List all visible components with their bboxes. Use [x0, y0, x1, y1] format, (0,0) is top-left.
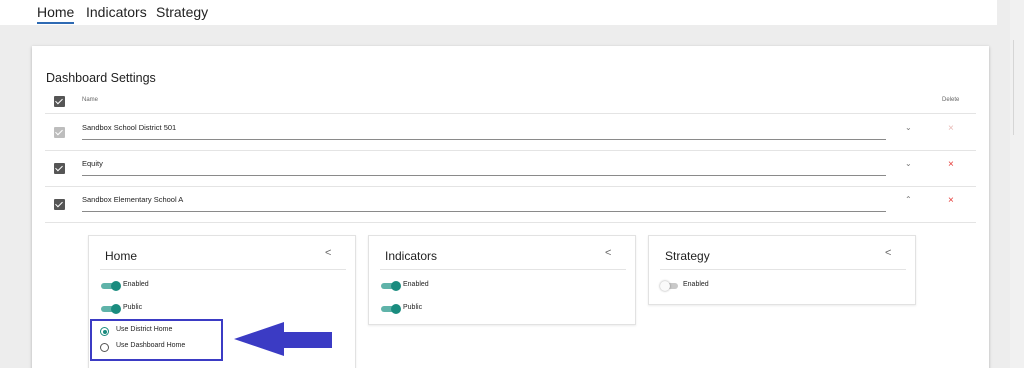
share-icon[interactable]: < — [325, 247, 331, 259]
chevron-down-icon[interactable]: ⌄ — [905, 123, 912, 132]
chevron-up-icon[interactable]: ⌃ — [905, 195, 912, 204]
row-checkbox[interactable] — [54, 127, 65, 138]
home-source-radio-group: Use District Home Use Dashboard Home — [90, 319, 223, 361]
delete-icon[interactable]: × — [948, 159, 954, 170]
divider — [100, 269, 346, 270]
divider — [660, 269, 906, 270]
top-nav: Home Indicators Strategy — [0, 0, 997, 25]
strategy-enabled-toggle[interactable] — [660, 281, 682, 291]
indicators-panel-title: Indicators — [385, 249, 438, 263]
row-name-field[interactable]: Sandbox School District 501 — [82, 121, 886, 140]
tab-home[interactable]: Home — [37, 4, 75, 24]
page-title: Dashboard Settings — [46, 71, 156, 85]
home-panel-title: Home — [105, 249, 138, 263]
use-dashboard-home-label: Use Dashboard Home — [116, 342, 186, 349]
row-name-field[interactable]: Sandbox Elementary School A — [82, 193, 886, 212]
select-all-checkbox[interactable] — [54, 96, 65, 107]
table-row: Sandbox Elementary School A ⌃ × — [45, 187, 976, 223]
use-district-home-label: Use District Home — [116, 326, 173, 333]
indicators-enabled-toggle[interactable] — [381, 281, 402, 291]
divider — [380, 269, 626, 270]
indicators-panel: Indicators < Enabled Public — [368, 235, 636, 325]
enabled-label: Enabled — [403, 281, 429, 288]
delete-icon[interactable]: × — [948, 123, 954, 134]
use-district-home-radio[interactable] — [100, 327, 109, 336]
home-enabled-toggle[interactable] — [101, 281, 122, 291]
use-dashboard-home-radio[interactable] — [100, 343, 109, 352]
tab-strategy[interactable]: Strategy — [156, 4, 208, 20]
row-name-field[interactable]: Equity — [82, 157, 886, 176]
scrollbar-thumb[interactable] — [1013, 40, 1021, 135]
strategy-panel: Strategy < Enabled — [648, 235, 916, 305]
home-public-toggle[interactable] — [101, 304, 122, 314]
share-icon[interactable]: < — [885, 247, 891, 259]
delete-icon[interactable]: × — [948, 195, 954, 206]
row-checkbox[interactable] — [54, 163, 65, 174]
share-icon[interactable]: < — [605, 247, 611, 259]
name-column-header: Name — [82, 97, 99, 103]
delete-column-header: Delete — [942, 97, 960, 103]
tab-indicators[interactable]: Indicators — [86, 4, 147, 20]
chevron-down-icon[interactable]: ⌄ — [905, 159, 912, 168]
table-row: Sandbox School District 501 ⌄ × — [45, 115, 976, 151]
enabled-label: Enabled — [683, 281, 709, 288]
scrollbar[interactable] — [1010, 0, 1024, 368]
row-checkbox[interactable] — [54, 199, 65, 210]
public-label: Public — [403, 304, 423, 311]
indicators-public-toggle[interactable] — [381, 304, 402, 314]
table-header: Name Delete — [45, 90, 976, 114]
arrow-annotation-icon — [234, 322, 332, 356]
strategy-panel-title: Strategy — [665, 249, 710, 263]
enabled-label: Enabled — [123, 281, 149, 288]
public-label: Public — [123, 304, 143, 311]
table-row: Equity ⌄ × — [45, 151, 976, 187]
